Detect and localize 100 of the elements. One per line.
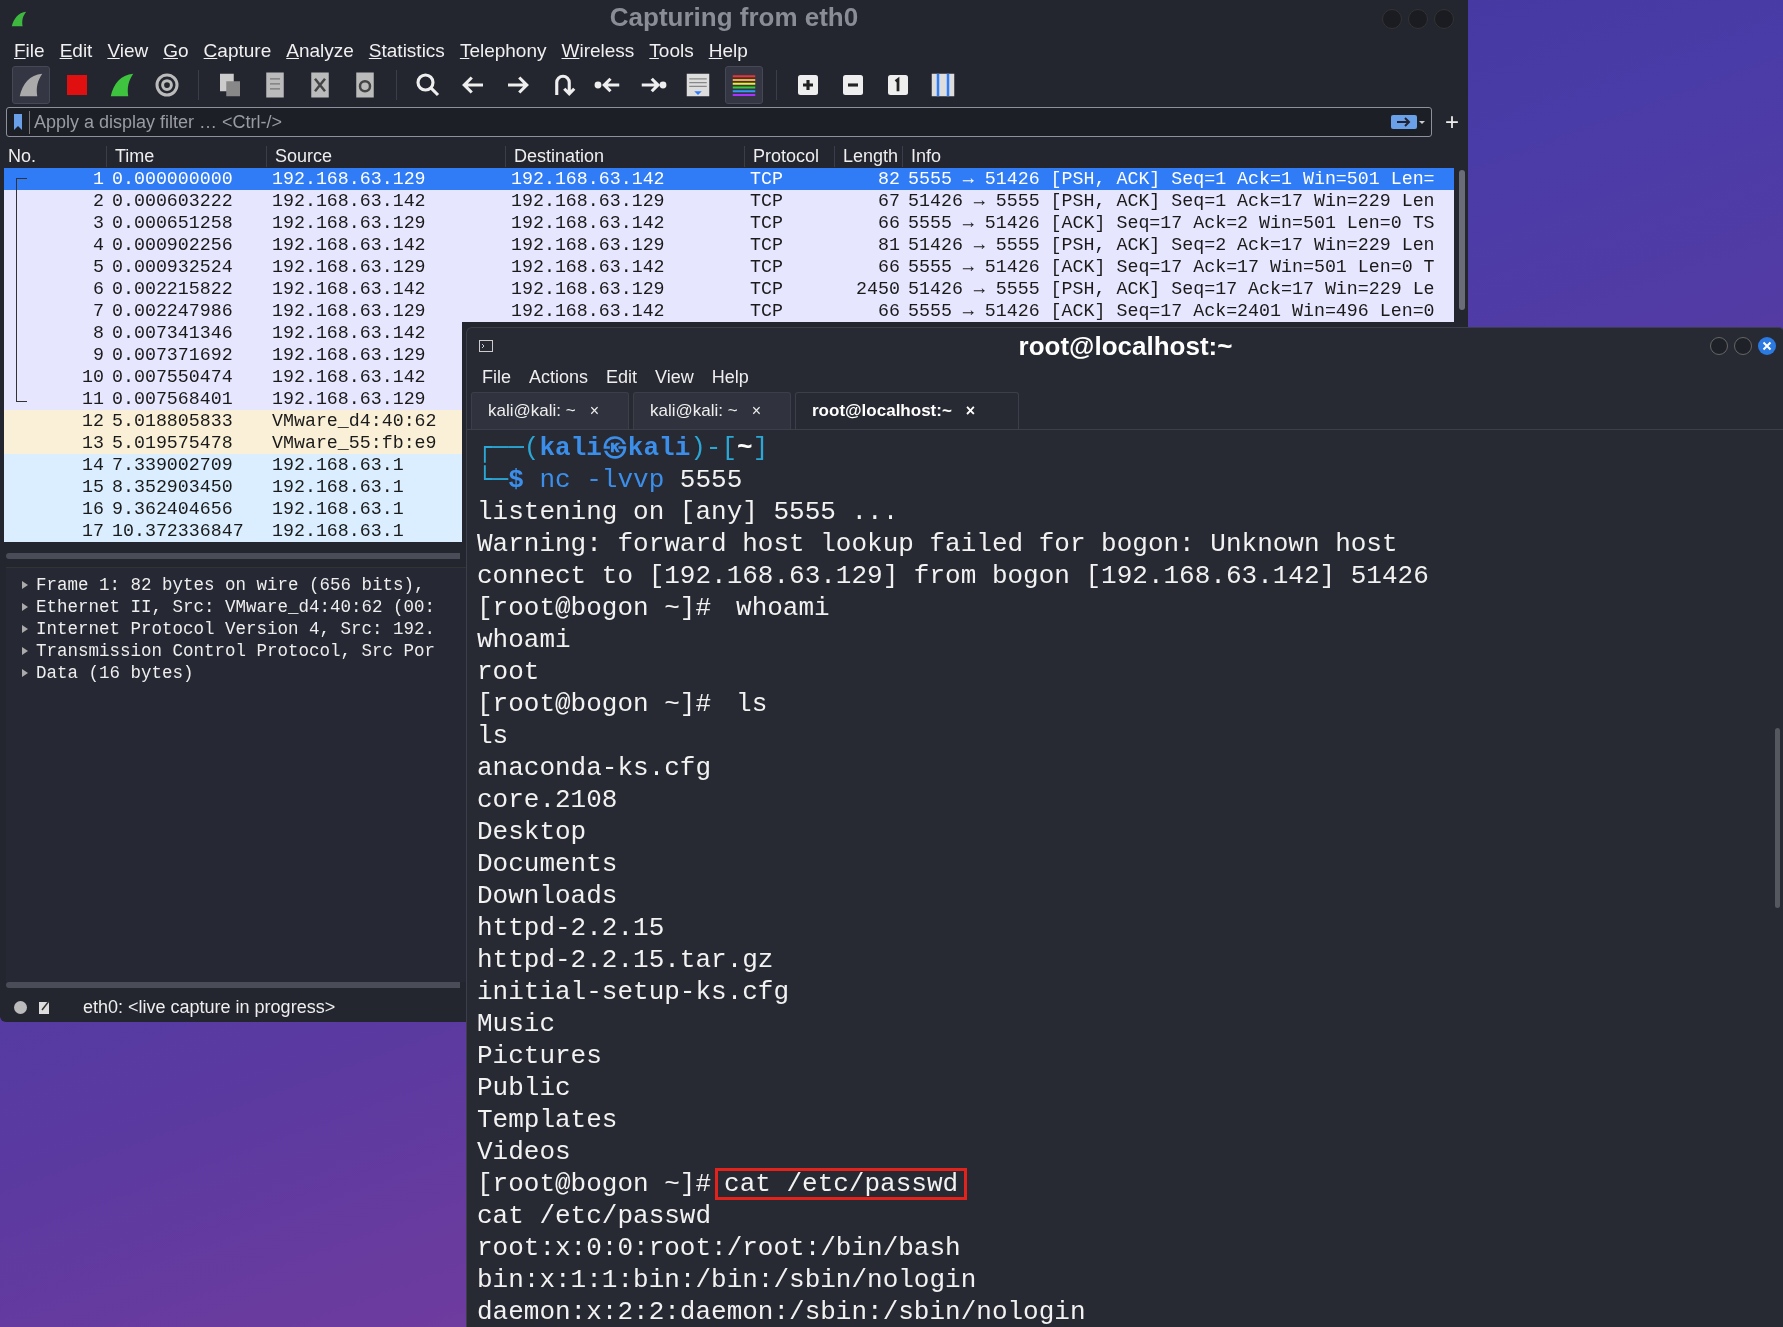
column-header[interactable]: No. xyxy=(0,145,106,167)
time-cell: 0.007341346 xyxy=(112,323,233,344)
output-line: initial-setup-ks.cfg xyxy=(477,976,790,1008)
source-cell: 192.168.63.1 xyxy=(272,455,404,476)
output-line: Public xyxy=(477,1072,571,1104)
menu-item[interactable]: Tools xyxy=(649,39,694,62)
time-cell: 5.018805833 xyxy=(112,411,233,432)
packet-row[interactable]: 6 0.002215822 192.168.63.142 192.168.63.129 TCP 2450 51426 → 5555 [PSH, ACK] Seq=17 Ack=17 Win=229 Le xyxy=(4,278,1454,301)
scrollbar[interactable] xyxy=(1775,728,1780,908)
menu-item[interactable]: Telephony xyxy=(459,39,547,62)
output-line: httpd-2.2.15.tar.gz xyxy=(477,944,774,976)
prompt-text: └─ xyxy=(477,464,509,496)
packet-row[interactable]: 10 0.007550474 192.168.63.142 xyxy=(4,366,462,389)
column-header[interactable]: Protocol xyxy=(744,145,834,167)
detail-row[interactable]: Ethernet II, Src: VMware_d4:40:62 (00: xyxy=(6,596,436,619)
close-tab-button[interactable]: × xyxy=(965,402,976,420)
packet-row[interactable]: 5 0.000932524 192.168.63.129 192.168.63.142 TCP 66 5555 → 51426 [ACK] Seq=17 Ack=17 Win=501 Len=0 T xyxy=(4,256,1454,279)
menu-item[interactable]: View xyxy=(655,367,694,389)
number-cell: 16 xyxy=(82,499,104,520)
packet-row[interactable]: 8 0.007341346 192.168.63.142 xyxy=(4,322,462,345)
detail-row[interactable]: Transmission Control Protocol, Src Por xyxy=(6,640,436,663)
packet-row[interactable]: 11 0.007568401 192.168.63.129 xyxy=(4,388,462,411)
menu-item[interactable]: File xyxy=(482,367,511,389)
colorize-icon[interactable] xyxy=(725,65,763,104)
bookmark-icon[interactable] xyxy=(13,114,23,131)
detail-row[interactable]: Internet Protocol Version 4, Src: 192. xyxy=(6,618,436,641)
menu-item[interactable]: View xyxy=(107,39,149,62)
menu-item[interactable]: Statistics xyxy=(368,39,445,62)
shark-fin-icon[interactable] xyxy=(12,65,50,104)
menu-item[interactable]: Help xyxy=(708,39,748,62)
menu-item[interactable]: Edit xyxy=(59,39,93,62)
output-line: anaconda-ks.cfg xyxy=(477,752,712,784)
menu-item[interactable]: Go xyxy=(163,39,189,62)
display-filter-field[interactable]: Apply a display filter … <Ctrl-/> xyxy=(6,107,1432,138)
destination-cell: 192.168.63.129 xyxy=(511,235,665,256)
packet-row[interactable]: 16 9.362404656 192.168.63.1 xyxy=(4,498,462,521)
output-line: root xyxy=(477,656,540,688)
source-cell: 192.168.63.142 xyxy=(272,279,426,300)
number-cell: 2 xyxy=(93,191,104,212)
terminal-tab[interactable]: kali@kali: ~ × xyxy=(471,392,629,429)
number-cell: 3 xyxy=(93,213,104,234)
menu-item[interactable]: Analyze xyxy=(286,39,354,62)
close-tab-button[interactable]: × xyxy=(751,402,761,420)
column-header[interactable]: Time xyxy=(106,145,266,167)
prompt-text: kali xyxy=(539,432,602,464)
packet-row[interactable]: 13 5.019575478 VMware_55:fb:e9 xyxy=(4,432,462,455)
packet-row[interactable]: 15 8.352903450 192.168.63.1 xyxy=(4,476,462,499)
column-header[interactable]: Source xyxy=(266,145,505,167)
detail-row[interactable]: Data (16 bytes) xyxy=(6,662,194,685)
maximize-button[interactable] xyxy=(1734,337,1752,356)
packet-row[interactable]: 7 0.002247986 192.168.63.129 192.168.63.142 TCP 66 5555 → 51426 [ACK] Seq=17 Ack=2401 Win=496 Len=0 xyxy=(4,300,1454,323)
source-cell: VMware_55:fb:e9 xyxy=(272,433,437,454)
packet-row[interactable]: 4 0.000902256 192.168.63.142 192.168.63.129 TCP 81 51426 → 5555 [PSH, ACK] Seq=2 Ack=17 Win=229 Len xyxy=(4,234,1454,257)
menu-item[interactable]: Actions xyxy=(529,367,589,389)
column-header[interactable]: Info xyxy=(902,145,1454,167)
prompt-text: ┌──( xyxy=(477,432,540,464)
menu-item[interactable]: Wireless xyxy=(561,39,635,62)
close-tab-button[interactable]: × xyxy=(589,402,599,420)
time-cell: 0.000651258 xyxy=(112,213,233,234)
length-cell: 2450 xyxy=(856,279,900,300)
filter-input[interactable]: Apply a display filter … <Ctrl-/> xyxy=(29,110,1385,134)
scrollbar[interactable] xyxy=(6,553,460,560)
menu-item[interactable]: Edit xyxy=(606,367,638,389)
menu-item[interactable]: Capture xyxy=(203,39,272,62)
scrollbar[interactable] xyxy=(1459,170,1465,311)
status-indicator-icon[interactable] xyxy=(14,1000,27,1014)
expand-arrow-icon[interactable] xyxy=(20,602,30,613)
column-header[interactable]: Length xyxy=(834,145,902,167)
column-header[interactable]: Destination xyxy=(505,145,744,167)
add-filter-button[interactable]: + xyxy=(1442,108,1462,137)
prompt-text: 5555 xyxy=(678,464,743,496)
protocol-cell: TCP xyxy=(750,169,783,190)
apply-filter-icon[interactable] xyxy=(1391,113,1425,132)
expand-arrow-icon[interactable] xyxy=(20,624,30,635)
number-cell: 14 xyxy=(82,455,104,476)
packet-row[interactable]: 12 5.018805833 VMware_d4:40:62 xyxy=(4,410,462,433)
menu-item[interactable]: Help xyxy=(711,367,749,389)
expand-arrow-icon[interactable] xyxy=(20,580,30,591)
minimize-button[interactable] xyxy=(1710,337,1728,356)
number-cell: 13 xyxy=(82,433,104,454)
time-cell: 0.000932524 xyxy=(112,257,233,278)
packet-row[interactable]: 17 10.372336847 192.168.63.1 xyxy=(4,520,462,543)
destination-cell: 192.168.63.142 xyxy=(511,213,665,234)
packet-row[interactable]: 9 0.007371692 192.168.63.129 xyxy=(4,344,462,367)
menu-item[interactable]: File xyxy=(14,39,45,62)
protocol-cell: TCP xyxy=(750,257,783,278)
scrollbar[interactable] xyxy=(6,982,460,989)
close-icon[interactable] xyxy=(1758,337,1776,356)
packet-row[interactable]: 2 0.000603222 192.168.63.142 192.168.63.129 TCP 67 51426 → 5555 [PSH, ACK] Seq=1 Ack=17 Win=229 Len xyxy=(4,190,1454,213)
output-line: Downloads xyxy=(477,880,618,912)
packet-row[interactable]: 3 0.000651258 192.168.63.129 192.168.63.142 TCP 66 5555 → 51426 [ACK] Seq=17 Ack=2 Win=501 Len=0 TS xyxy=(4,212,1454,235)
packet-row[interactable]: 14 7.339002709 192.168.63.1 xyxy=(4,454,462,477)
edit-comment-icon[interactable] xyxy=(39,1000,51,1015)
expand-arrow-icon[interactable] xyxy=(20,646,30,657)
expand-arrow-icon[interactable] xyxy=(20,668,30,679)
packet-row[interactable]: 1 0.000000000 192.168.63.129 192.168.63.142 TCP 82 5555 → 51426 [PSH, ACK] Seq=1 Ack=1 Win=501 Len= xyxy=(4,168,1454,191)
output-line: bin:x:1:1:bin:/bin:/sbin/nologin xyxy=(477,1264,977,1296)
detail-row[interactable]: Frame 1: 82 bytes on wire (656 bits), xyxy=(6,574,425,597)
terminal-tab[interactable]: kali@kali: ~ × xyxy=(633,392,791,429)
terminal-tab[interactable]: root@localhost:~ × xyxy=(795,392,1019,429)
